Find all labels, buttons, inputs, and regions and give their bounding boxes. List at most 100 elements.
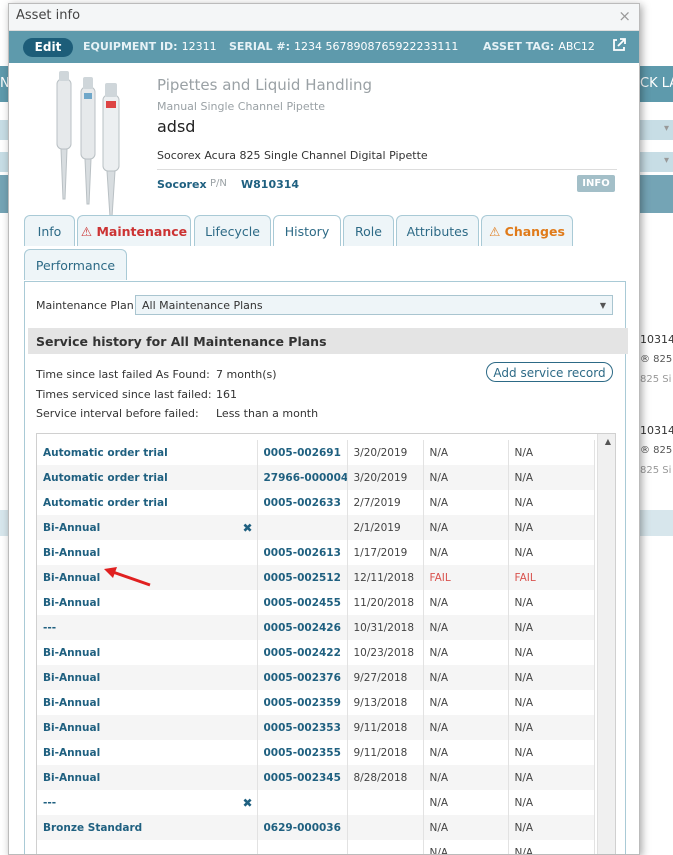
product-subcategory: Manual Single Channel Pipette [157,100,326,113]
edit-button[interactable]: Edit [23,38,73,57]
chevron-down-icon[interactable]: ▾ [664,123,669,134]
work-order-link[interactable]: 0005-002633 [257,490,348,515]
tab-role[interactable]: Role [343,215,394,246]
section-header: Service history for All Maintenance Plan… [28,328,628,354]
maintenance-plan-link[interactable]: Bronze Standard [37,815,258,840]
background-right-text: CK LA [640,76,673,91]
maintenance-plan-link[interactable]: Bi-Annual [37,765,258,790]
table-row[interactable]: Bi-Annual 0005-002376 9/27/2018 N/A N/A [37,665,595,690]
serial-number: SERIAL #: 1234 5678908765922233111 [229,40,459,53]
table-row[interactable]: Bi-Annual 0005-002353 9/11/2018 N/A N/A [37,715,595,740]
tab-info[interactable]: Info [24,215,75,246]
table-row[interactable]: --- 0005-002426 10/31/2018 N/A N/A [37,615,595,640]
maintenance-plan-link[interactable]: Bi-Annual [37,665,258,690]
table-row[interactable]: Bi-Annual ✖ 2/1/2019 N/A N/A [37,515,595,540]
chevron-down-icon[interactable]: ▾ [664,155,669,166]
modal-title-bar: Asset info × [9,4,639,31]
modal-title: Asset info [16,8,81,23]
maintenance-plan-link[interactable] [37,840,258,854]
service-date: 2/1/2019 [347,515,424,540]
as-found-result: N/A [423,540,509,565]
tab-attributes[interactable]: Attributes [396,215,479,246]
work-order-link[interactable]: 0005-002426 [257,615,348,640]
work-order-link[interactable]: 0005-002355 [257,740,348,765]
remove-icon[interactable]: ✖ [242,796,252,810]
asset-tag: ASSET TAG: ABC12 [483,40,595,53]
maintenance-plan-link[interactable]: --- ✖ [37,790,258,815]
maintenance-plan-link[interactable]: Bi-Annual [37,715,258,740]
work-order-link[interactable]: 0005-002422 [257,640,348,665]
maintenance-plan-link[interactable]: Automatic order trial [37,465,258,490]
product-category: Pipettes and Liquid Handling [157,76,373,94]
work-order-link[interactable]: 27966-000004 [257,465,348,490]
stat-value: Less than a month [216,407,319,420]
part-number-link[interactable]: W810314 [241,178,299,191]
work-order-link[interactable]: 0005-002512 [257,565,348,590]
work-order-link[interactable] [257,515,348,540]
maintenance-plan-link[interactable]: Automatic order trial [37,440,258,465]
maintenance-plan-link[interactable]: Bi-Annual ✖ [37,515,258,540]
table-row[interactable]: Bi-Annual 0005-002345 8/28/2018 N/A N/A [37,765,595,790]
table-row[interactable]: N/A N/A [37,840,595,854]
product-description: Socorex Acura 825 Single Channel Digital… [157,149,428,162]
work-order-link[interactable]: 0005-002353 [257,715,348,740]
stat-value: 161 [216,388,237,401]
table-row[interactable]: Bi-Annual 0005-002455 11/20/2018 N/A N/A [37,590,595,615]
table-row[interactable]: Bi-Annual 0005-002422 10/23/2018 N/A N/A [37,640,595,665]
table-row[interactable]: Bronze Standard 0629-000036 N/A N/A [37,815,595,840]
work-order-link[interactable]: 0005-002359 [257,690,348,715]
maintenance-plan-select[interactable]: All Maintenance Plans ▼ [135,295,613,315]
service-date: 3/20/2019 [347,465,424,490]
as-found-result: N/A [423,590,509,615]
work-order-link[interactable]: 0005-002691 [257,440,348,465]
work-order-link[interactable] [257,790,348,815]
vertical-scrollbar[interactable]: ▲ [597,434,615,854]
tab-changes[interactable]: ⚠ Changes [481,215,573,246]
divider [157,169,617,170]
maintenance-plan-link[interactable]: Bi-Annual [37,690,258,715]
as-found-result: N/A [423,690,509,715]
maintenance-plan-link[interactable]: Automatic order trial [37,490,258,515]
tab-maintenance[interactable]: ⚠ Maintenance [77,215,191,246]
work-order-link[interactable]: 0005-002455 [257,590,348,615]
info-button[interactable]: INFO > [577,175,615,206]
maintenance-plan-link[interactable]: Bi-Annual [37,640,258,665]
remove-icon[interactable]: ✖ [242,521,252,535]
work-order-link[interactable]: 0005-002345 [257,765,348,790]
maintenance-plan-link[interactable]: Bi-Annual [37,590,258,615]
as-left-result: N/A [508,790,595,815]
table-row[interactable]: Automatic order trial 27966-000004 3/20/20… [37,465,595,490]
as-found-result: N/A [423,490,509,515]
work-order-link[interactable] [257,840,348,854]
work-order-link[interactable]: 0005-002613 [257,540,348,565]
table-row[interactable]: --- ✖ N/A N/A [37,790,595,815]
scroll-up-icon[interactable]: ▲ [605,437,611,446]
maintenance-plan-label: Maintenance Plan: [36,299,138,312]
as-found-result: N/A [423,715,509,740]
service-date: 12/11/2018 [347,565,424,590]
close-icon[interactable]: × [618,4,631,28]
maintenance-plan-link[interactable]: Bi-Annual [37,740,258,765]
tab-lifecycle[interactable]: Lifecycle [194,215,271,246]
work-order-link[interactable]: 0629-000036 [257,815,348,840]
maintenance-plan-link[interactable]: --- [37,615,258,640]
as-left-result: N/A [508,740,595,765]
background-side-item: 10314 ® 825 M 825 Si [640,333,673,385]
tab-performance[interactable]: Performance [24,249,127,280]
warning-icon: ⚠ [80,224,93,239]
tab-history[interactable]: History [273,215,341,246]
table-row[interactable]: Automatic order trial 0005-002691 3/20/201… [37,440,595,465]
as-left-result: N/A [508,540,595,565]
asset-tabs: Info ⚠ Maintenance Lifecycle History Rol… [24,215,634,285]
work-order-link[interactable]: 0005-002376 [257,665,348,690]
as-found-result: N/A [423,815,509,840]
table-row[interactable]: Automatic order trial 0005-002633 2/7/2019… [37,490,595,515]
brand-link[interactable]: Socorex [157,178,207,191]
table-row[interactable]: Bi-Annual 0005-002355 9/11/2018 N/A N/A [37,740,595,765]
stat-label: Times serviced since last failed: [36,388,212,401]
external-link-icon[interactable] [611,37,627,53]
as-left-result: N/A [508,515,595,540]
table-row[interactable]: Bi-Annual 0005-002359 9/13/2018 N/A N/A [37,690,595,715]
add-service-record-button[interactable]: Add service record [486,362,613,382]
asset-id-bar: Edit EQUIPMENT ID: 12311 SERIAL #: 1234 56… [9,31,639,63]
